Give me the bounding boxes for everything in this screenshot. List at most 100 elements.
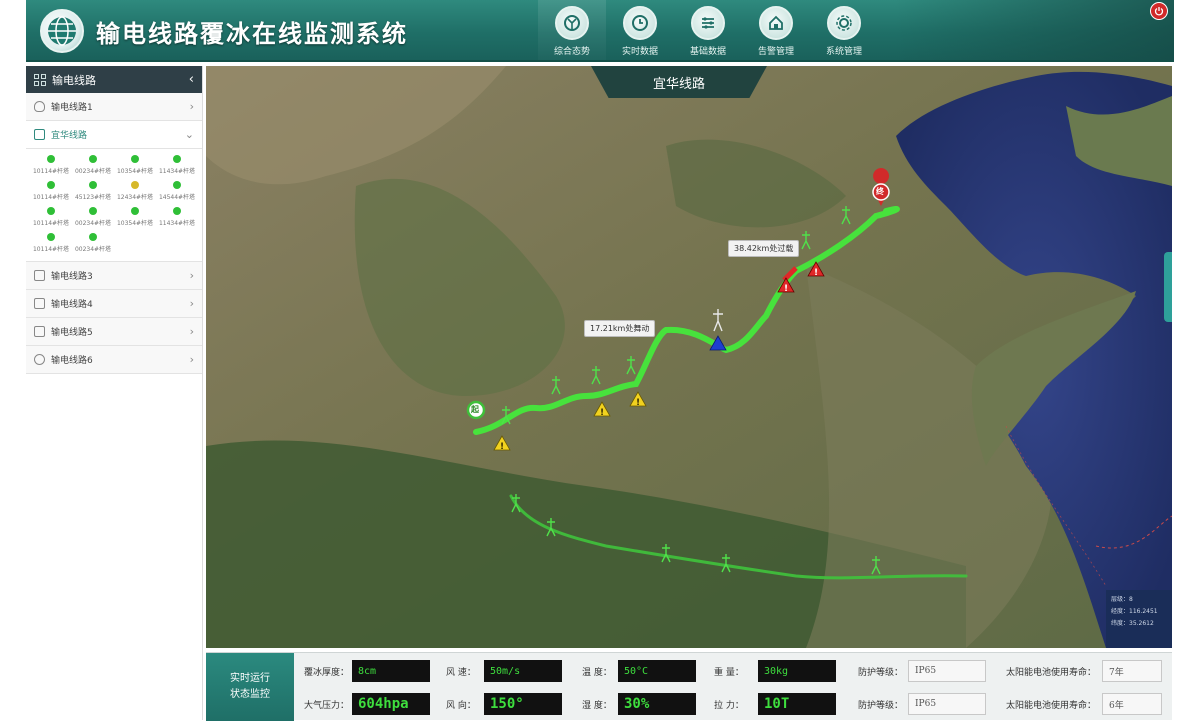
chevron-right-icon: › <box>189 325 194 338</box>
sidebar-item-line-5[interactable]: 输电线路5 › <box>26 318 202 346</box>
status-panel: 实时运行 状态监控 覆冰厚度： 8cm 风 速： 50m/s 温 度： 50°C… <box>206 652 1172 721</box>
start-marker-label: 起 <box>471 405 479 414</box>
metric-value: 604hpa <box>352 693 430 715</box>
tower-status-dot <box>89 181 97 189</box>
sidebar-item-yihua-line[interactable]: 宜华线路 ⌄ <box>26 121 202 149</box>
metric-battery-life: 太阳能电池使用寿命： 7年 <box>1006 660 1162 682</box>
tower-item[interactable]: 10354#杆塔 <box>114 155 156 175</box>
status-panel-title: 实时运行 状态监控 <box>206 653 294 721</box>
map-side-handle[interactable] <box>1164 252 1172 322</box>
tower-label: 00234#杆塔 <box>74 168 112 175</box>
sidebar-header: 输电线路 ‹ <box>26 66 202 93</box>
metric-value: 50°C <box>618 660 696 682</box>
gear-icon <box>827 6 861 40</box>
grid-icon <box>34 73 46 86</box>
tower-label: 10114#杆塔 <box>32 194 70 201</box>
metric-value: 30% <box>618 693 696 715</box>
tower-item[interactable]: 10114#杆塔 <box>30 155 72 175</box>
nav-label: 基础数据 <box>689 47 726 57</box>
header-bar: 输电线路覆冰在线监测系统 综合态势 实时数据 基础数据 告警管理 系统管理 <box>26 0 1174 62</box>
nav-system-management[interactable]: 系统管理 <box>810 0 878 60</box>
metric-battery-life-2: 太阳能电池使用寿命： 6年 <box>1006 693 1162 715</box>
zoom-level: 层级：8 <box>1111 596 1133 603</box>
callout-galloping[interactable]: 17.21km处舞动 <box>584 320 656 337</box>
nav-dashboard[interactable]: 综合态势 <box>538 0 606 60</box>
collapse-sidebar-icon[interactable]: ‹ <box>189 72 194 87</box>
chevron-right-icon: › <box>189 353 194 366</box>
metric-value: 7年 <box>1102 660 1162 682</box>
svg-text:!: ! <box>500 442 504 452</box>
chevron-down-icon: ⌄ <box>184 128 194 141</box>
metric-value: 6年 <box>1102 693 1162 715</box>
sidebar: 输电线路 ‹ 输电线路1 › 宜华线路 ⌄ 10114#杆塔 00234#杆塔 10… <box>26 66 203 720</box>
tower-item[interactable]: 10114#杆塔 <box>30 207 72 227</box>
tower-label: 11434#杆塔 <box>158 220 196 227</box>
tower-status-dot <box>47 155 55 163</box>
tower-item[interactable]: 10354#杆塔 <box>114 207 156 227</box>
power-button[interactable] <box>1150 2 1168 20</box>
nav-realtime-data[interactable]: 实时数据 <box>606 0 674 60</box>
tower-status-dot <box>89 207 97 215</box>
metric-value: 10T <box>758 693 836 715</box>
nav-label: 告警管理 <box>757 47 794 57</box>
nav-base-data[interactable]: 基础数据 <box>674 0 742 60</box>
nav-label: 综合态势 <box>553 47 590 57</box>
nav-alarm-management[interactable]: 告警管理 <box>742 0 810 60</box>
calendar-icon <box>34 129 45 140</box>
sidebar-item-line-4[interactable]: 输电线路4 › <box>26 290 202 318</box>
longitude: 经度：116.2451 <box>1111 608 1158 615</box>
end-marker-label: 终 <box>876 187 884 196</box>
satellite-map: !!! !! <box>206 66 1172 648</box>
document-icon <box>34 298 45 309</box>
tower-label: 10354#杆塔 <box>116 220 154 227</box>
tower-status-dot <box>47 207 55 215</box>
metric-humidity: 湿 度： 30% <box>582 693 696 715</box>
metric-weight: 重 量： 30kg <box>714 660 836 682</box>
logo <box>40 9 84 53</box>
tower-label: 10354#杆塔 <box>116 168 154 175</box>
tower-status-dot <box>89 155 97 163</box>
tower-item[interactable]: 14544#杆塔 <box>156 181 198 201</box>
map-line-title: 宜华线路 <box>591 66 767 98</box>
nav-label: 系统管理 <box>825 47 862 57</box>
svg-text:!: ! <box>600 408 604 418</box>
sidebar-title: 输电线路 <box>52 73 96 87</box>
chevron-right-icon: › <box>189 297 194 310</box>
tower-status-dot <box>173 181 181 189</box>
svg-text:!: ! <box>784 284 788 294</box>
callout-overload[interactable]: 38.42km处过载 <box>728 240 800 257</box>
tower-item[interactable]: 12434#杆塔 <box>114 181 156 201</box>
tower-item[interactable]: 00234#杆塔 <box>72 233 114 253</box>
tower-item[interactable]: 00234#杆塔 <box>72 207 114 227</box>
tower-status-dot <box>89 233 97 241</box>
tower-item[interactable]: 00234#杆塔 <box>72 155 114 175</box>
tower-status-dot <box>173 207 181 215</box>
status-title-line2: 状态监控 <box>230 689 270 700</box>
sidebar-item-label: 输电线路1 <box>51 103 93 113</box>
tower-item[interactable]: 45123#杆塔 <box>72 181 114 201</box>
globe-logo-icon <box>48 16 76 46</box>
metric-value: 50m/s <box>484 660 562 682</box>
tower-item[interactable]: 10114#杆塔 <box>30 233 72 253</box>
metric-tension: 拉 力： 10T <box>714 693 836 715</box>
metric-value: 30kg <box>758 660 836 682</box>
sidebar-item-line-3[interactable]: 输电线路3 › <box>26 262 202 290</box>
tower-label: 10114#杆塔 <box>32 246 70 253</box>
app-title: 输电线路覆冰在线监测系统 <box>96 20 408 48</box>
tower-label: 45123#杆塔 <box>74 194 112 201</box>
tower-label: 00234#杆塔 <box>74 246 112 253</box>
metric-temperature: 温 度： 50°C <box>582 660 696 682</box>
map-view[interactable]: !!! !! 起 终 宜华线路 17.21km处舞动 38.42km处过载 层级… <box>206 66 1172 648</box>
tower-label: 11434#杆塔 <box>158 168 196 175</box>
coordinate-readout: 层级：8 经度：116.2451 纬度：35.2612 <box>1106 590 1172 648</box>
tower-item[interactable]: 10114#杆塔 <box>30 181 72 201</box>
main-nav: 综合态势 实时数据 基础数据 告警管理 系统管理 <box>538 0 878 60</box>
tower-item[interactable]: 11434#杆塔 <box>156 155 198 175</box>
sidebar-item-line-6[interactable]: 输电线路6 › <box>26 346 202 374</box>
sidebar-item-line-1[interactable]: 输电线路1 › <box>26 93 202 121</box>
metric-wind-direction: 风 向： 150° <box>446 693 562 715</box>
sidebar-item-label: 输电线路5 <box>51 328 93 338</box>
metric-ice-thickness: 覆冰厚度： 8cm <box>304 660 430 682</box>
tower-status-dot <box>47 233 55 241</box>
tower-item[interactable]: 11434#杆塔 <box>156 207 198 227</box>
